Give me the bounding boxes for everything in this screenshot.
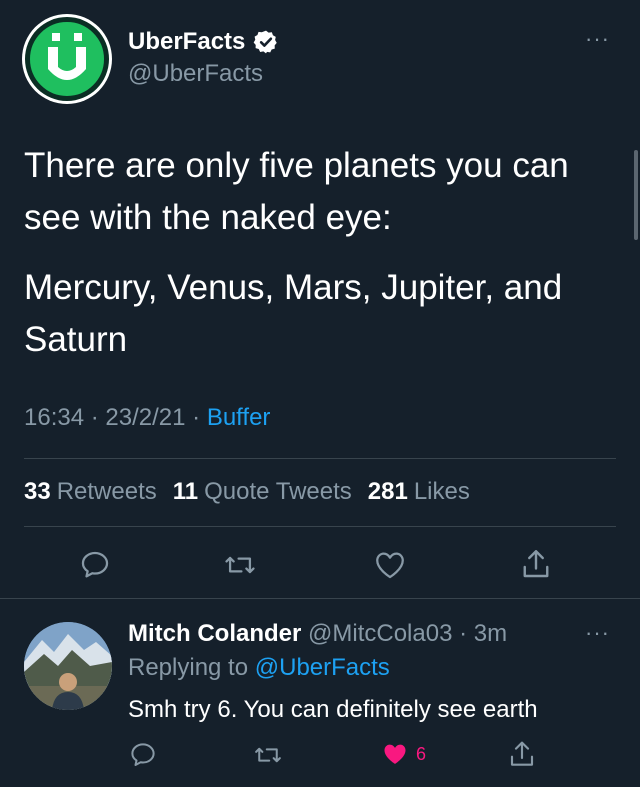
reply-avatar[interactable] <box>24 622 112 710</box>
tweet-meta: 16:34 · 23/2/21 · Buffer <box>24 404 270 432</box>
tweet-actions <box>0 540 640 588</box>
likes-label: Likes <box>413 478 470 505</box>
retweets-label: Retweets <box>56 478 157 505</box>
scrollbar[interactable] <box>634 150 638 240</box>
likes-stat[interactable]: 281 Likes <box>368 478 470 506</box>
quotes-count: 11 <box>172 478 199 505</box>
replying-to-handle[interactable]: @UberFacts <box>255 654 390 681</box>
divider <box>24 526 616 527</box>
like-button[interactable] <box>372 548 408 582</box>
reply-share-button[interactable] <box>506 738 538 770</box>
reply-actions: 6 <box>0 736 640 776</box>
likes-count: 281 <box>367 478 408 505</box>
uberfacts-logo-icon <box>27 19 107 99</box>
uberfacts-avatar[interactable] <box>22 14 112 104</box>
section-divider <box>0 598 640 599</box>
reply-age[interactable]: 3m <box>474 620 507 647</box>
author-name[interactable]: UberFacts <box>128 28 279 56</box>
reply-like-button[interactable]: 6 <box>380 740 426 768</box>
like-icon <box>376 552 404 579</box>
reply-more-icon[interactable]: ··· <box>585 620 610 646</box>
tweet-text-line2: Mercury, Venus, Mars, Jupiter, and Satur… <box>24 268 563 359</box>
tweet-time[interactable]: 16:34 <box>24 404 84 431</box>
tweet-stats: 33 Retweets 11 Quote Tweets 281 Likes <box>24 478 470 506</box>
reply-button[interactable] <box>78 548 112 582</box>
retweet-icon <box>255 747 281 763</box>
more-icon[interactable]: ··· <box>585 26 610 52</box>
reply-icon <box>81 551 109 578</box>
meta-separator: · <box>90 404 99 431</box>
share-button[interactable] <box>518 546 554 582</box>
tweet-date[interactable]: 23/2/21 <box>105 404 185 431</box>
share-icon <box>510 741 534 766</box>
meta-separator: · <box>192 404 201 431</box>
retweets-stat[interactable]: 33 Retweets <box>24 478 157 506</box>
reply-author-name[interactable]: Mitch Colander <box>128 620 301 647</box>
retweets-count: 33 <box>24 478 51 505</box>
tweet-text-line1: There are only five planets you can see … <box>24 146 569 237</box>
tweet-text: There are only five planets you can see … <box>24 140 614 384</box>
verified-badge-icon <box>254 30 278 54</box>
reply-retweet-button[interactable] <box>252 740 284 770</box>
quotes-stat[interactable]: 11 Quote Tweets <box>173 478 352 506</box>
divider <box>24 458 616 459</box>
reply-reply-button[interactable] <box>128 740 158 770</box>
tweet-source-link[interactable]: Buffer <box>207 404 271 431</box>
reply-text: Smh try 6. You can definitely see earth <box>128 696 538 723</box>
reply-header: Mitch Colander @MitcCola03 · 3m <box>128 620 507 648</box>
share-icon <box>523 550 549 578</box>
author-handle[interactable]: @UberFacts <box>128 60 263 88</box>
retweet-button[interactable] <box>222 548 258 582</box>
like-icon-filled <box>384 744 406 764</box>
author-name-text: UberFacts <box>128 28 246 55</box>
retweet-icon <box>225 556 255 574</box>
replying-to-prefix: Replying to <box>128 654 249 681</box>
reply-like-count: 6 <box>416 743 427 764</box>
reply-separator: · <box>459 620 468 647</box>
reply-author-handle[interactable]: @MitcCola03 <box>308 620 452 647</box>
replying-to: Replying to @UberFacts <box>128 654 390 682</box>
reply-icon <box>131 743 155 766</box>
quotes-label: Quote Tweets <box>204 478 352 505</box>
